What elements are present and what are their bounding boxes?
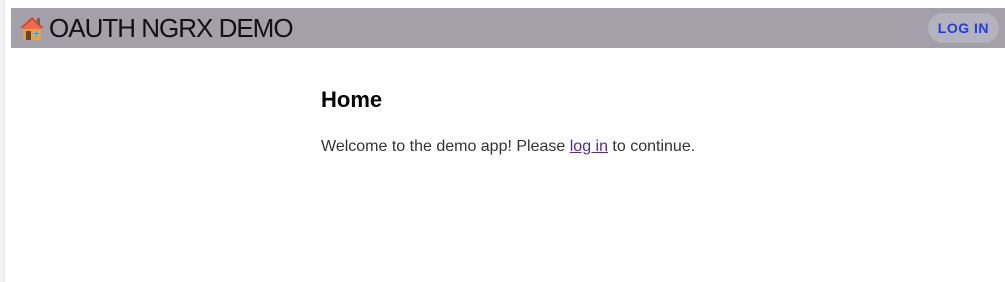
welcome-text-start: Welcome to the demo app! Please bbox=[321, 138, 570, 155]
app-page: OAUTH NGRX DEMO LOG IN Home Welcome to t… bbox=[0, 0, 1005, 282]
top-app-bar: OAUTH NGRX DEMO LOG IN bbox=[11, 8, 1005, 48]
login-link[interactable]: log in bbox=[570, 138, 608, 155]
welcome-message: Welcome to the demo app! Please log in t… bbox=[321, 136, 961, 158]
app-title: OAUTH NGRX DEMO bbox=[49, 13, 294, 43]
login-button[interactable]: LOG IN bbox=[927, 13, 999, 43]
left-border-strip bbox=[0, 0, 5, 282]
house-icon bbox=[17, 13, 47, 43]
main-content: Home Welcome to the demo app! Please log… bbox=[321, 86, 961, 158]
brand: OAUTH NGRX DEMO bbox=[17, 13, 294, 43]
page-title: Home bbox=[321, 87, 383, 112]
welcome-text-end: to continue. bbox=[607, 138, 696, 155]
